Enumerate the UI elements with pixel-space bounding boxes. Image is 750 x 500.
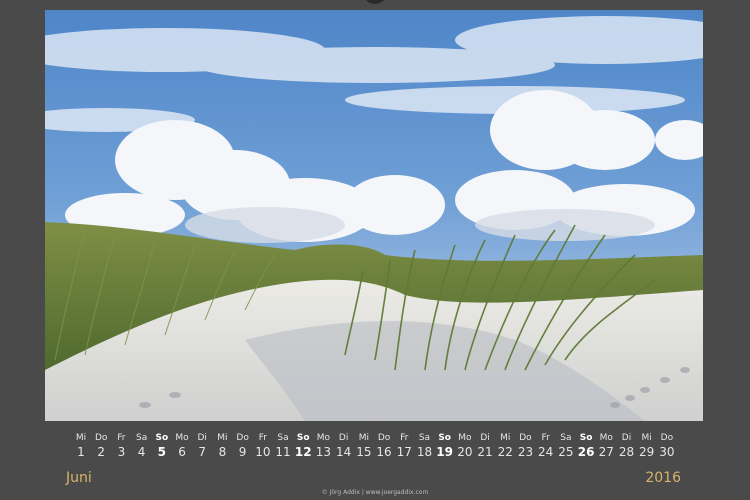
day-number: 5 [157, 445, 166, 459]
day-number: 21 [477, 445, 493, 459]
calendar-day: Di 28 [616, 432, 636, 462]
weekday-label: So [438, 433, 451, 443]
weekday-label: Mi [75, 433, 87, 443]
day-number: 26 [577, 445, 595, 459]
day-number: 30 [659, 445, 675, 459]
weekday-label: Do [94, 433, 108, 443]
weekday-label: Do [660, 433, 674, 443]
calendar-day: Di 7 [192, 432, 212, 462]
day-number: 6 [178, 445, 186, 459]
calendar-day: Di 21 [475, 432, 495, 462]
day-number: 11 [275, 445, 291, 459]
calendar-day: Fr 3 [111, 432, 131, 462]
calendar-day: Do 30 [657, 432, 677, 462]
weekday-label: Sa [560, 433, 572, 443]
day-number: 14 [336, 445, 352, 459]
day-number: 18 [416, 445, 433, 459]
weekday-label: Mi [358, 433, 369, 443]
weekday-label: Sa [135, 433, 148, 443]
weekday-label: Fr [400, 433, 409, 443]
calendar-day: Do 16 [374, 432, 394, 462]
day-number: 20 [457, 445, 473, 459]
day-number: 2 [97, 445, 106, 459]
day-number: 25 [558, 445, 574, 459]
day-number: 15 [356, 445, 372, 459]
day-number: 23 [517, 445, 534, 459]
day-number: 16 [376, 445, 392, 459]
calendar-day: Sa 4 [132, 432, 152, 462]
weekday-label: Fr [541, 433, 550, 443]
calendar-days-row: Mi 1 Do 2 Fr 3 Sa 4 So 5 Mo 6 Di 7 Mi 8 Do 9 Fr 10 Sa 11 So 12 M… [71, 432, 677, 462]
weekday-label: Sa [418, 433, 431, 443]
day-number: 7 [198, 445, 207, 459]
weekday-label: Sa [277, 433, 289, 443]
calendar-day: Sa 25 [556, 432, 576, 462]
calendar-day: Mo 20 [455, 432, 475, 462]
weekday-label: Mi [500, 433, 511, 443]
weekday-label: Di [480, 433, 490, 443]
weekday-label: Mo [458, 433, 472, 443]
day-number: 12 [294, 445, 312, 459]
weekday-label: Fr [258, 433, 267, 443]
calendar-day: Do 9 [233, 432, 253, 462]
month-label: Juni [66, 470, 92, 486]
day-number: 9 [238, 445, 247, 459]
weekday-label: So [155, 433, 169, 443]
calendar-day: Fr 24 [536, 432, 556, 462]
calendar-day: So 12 [293, 432, 313, 462]
day-number: 13 [315, 445, 332, 459]
day-number: 8 [218, 445, 227, 459]
day-number: 24 [538, 445, 554, 459]
calendar-day: Fr 10 [253, 432, 273, 462]
weekday-label: So [579, 433, 593, 443]
calendar-day: Mi 1 [71, 432, 91, 462]
weekday-label: Mo [599, 433, 613, 443]
calendar-day: Mo 13 [313, 432, 333, 462]
weekday-label: Mi [217, 433, 228, 443]
calendar-day: Sa 18 [414, 432, 434, 462]
weekday-label: Di [621, 433, 632, 443]
day-number: 19 [436, 445, 453, 459]
day-number: 4 [137, 445, 146, 459]
day-number: 22 [497, 445, 513, 459]
day-number: 10 [255, 445, 271, 459]
weekday-label: Fr [117, 433, 126, 443]
weekday-label: Mo [316, 433, 331, 443]
day-number: 3 [117, 445, 126, 459]
calendar-photo [45, 10, 703, 421]
year-label: 2016 [645, 470, 681, 486]
binding-hole [363, 0, 387, 4]
calendar-day: Di 14 [334, 432, 354, 462]
calendar-day: So 5 [152, 432, 172, 462]
weekday-label: Di [197, 433, 207, 443]
calendar-day: Mo 6 [172, 432, 192, 462]
day-number: 27 [598, 445, 614, 459]
calendar-day: Sa 11 [273, 432, 293, 462]
calendar-day: Do 2 [91, 432, 111, 462]
weekday-label: Mi [641, 433, 652, 443]
day-number: 1 [77, 445, 85, 459]
day-number: 28 [618, 445, 635, 459]
calendar-day: Do 23 [515, 432, 535, 462]
calendar-day: Mi 29 [637, 432, 657, 462]
weekday-label: Di [338, 433, 349, 443]
calendar-day: So 26 [576, 432, 596, 462]
calendar-day: Mi 22 [495, 432, 515, 462]
calendar-day: Mi 8 [212, 432, 232, 462]
day-number: 29 [639, 445, 655, 459]
day-number: 17 [396, 445, 412, 459]
weekday-label: Do [519, 433, 532, 443]
calendar-day: Mi 15 [354, 432, 374, 462]
calendar-day: Mo 27 [596, 432, 616, 462]
weekday-label: Do [377, 433, 391, 443]
weekday-label: So [296, 433, 310, 443]
weekday-label: Mo [175, 433, 189, 443]
calendar-day: So 19 [435, 432, 455, 462]
calendar-day: Fr 17 [394, 432, 414, 462]
weekday-label: Do [236, 433, 249, 443]
photo-credit: © Jörg Addix | www.joergaddix.com [321, 489, 429, 496]
